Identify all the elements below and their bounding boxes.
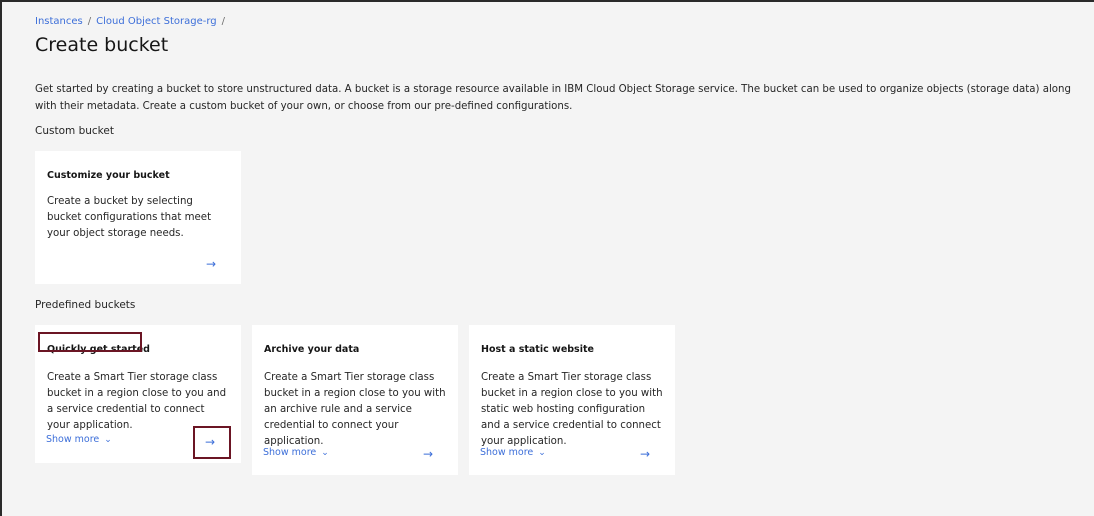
arrow-right-icon[interactable]: → (206, 257, 216, 271)
chevron-down-icon: ⌄ (321, 448, 329, 458)
breadcrumb-separator: / (221, 16, 226, 27)
show-more-link[interactable]: Show more ⌄ (46, 434, 112, 445)
card-description: Create a Smart Tier storage class bucket… (481, 372, 663, 447)
breadcrumb-cloud-object-storage[interactable]: Cloud Object Storage-rg (96, 16, 217, 27)
show-more-label: Show more (480, 447, 534, 458)
card-description: Create a bucket by selecting bucket conf… (47, 196, 212, 239)
customize-bucket-card[interactable]: Customize your bucket Create a bucket by… (35, 151, 241, 284)
show-more-link[interactable]: Show more ⌄ (480, 447, 546, 458)
breadcrumb: Instances / Cloud Object Storage-rg / (35, 16, 230, 27)
show-more-label: Show more (263, 447, 317, 458)
chevron-down-icon: ⌄ (538, 448, 546, 458)
host-static-website-card[interactable]: Host a static website Create a Smart Tie… (469, 325, 675, 475)
card-title: Archive your data (264, 344, 360, 355)
page-title: Create bucket (35, 34, 169, 56)
highlight-box (38, 332, 142, 352)
page-frame: Instances / Cloud Object Storage-rg / Creat… (0, 0, 1094, 516)
card-description: Create a Smart Tier storage class bucket… (47, 372, 227, 431)
arrow-right-icon[interactable]: → (423, 447, 433, 461)
breadcrumb-separator: / (87, 16, 92, 27)
card-title: Host a static website (481, 344, 594, 355)
arrow-right-icon[interactable]: → (640, 447, 650, 461)
archive-your-data-card[interactable]: Archive your data Create a Smart Tier st… (252, 325, 458, 475)
highlight-box (193, 426, 231, 459)
show-more-label: Show more (46, 434, 100, 445)
card-description: Create a Smart Tier storage class bucket… (264, 372, 446, 447)
breadcrumb-instances[interactable]: Instances (35, 16, 83, 27)
chevron-down-icon: ⌄ (104, 435, 112, 445)
custom-bucket-label: Custom bucket (35, 125, 114, 137)
show-more-link[interactable]: Show more ⌄ (263, 447, 329, 458)
card-title: Customize your bucket (47, 170, 170, 181)
predefined-buckets-label: Predefined buckets (35, 299, 136, 311)
intro-text: Get started by creating a bucket to stor… (35, 84, 1071, 112)
